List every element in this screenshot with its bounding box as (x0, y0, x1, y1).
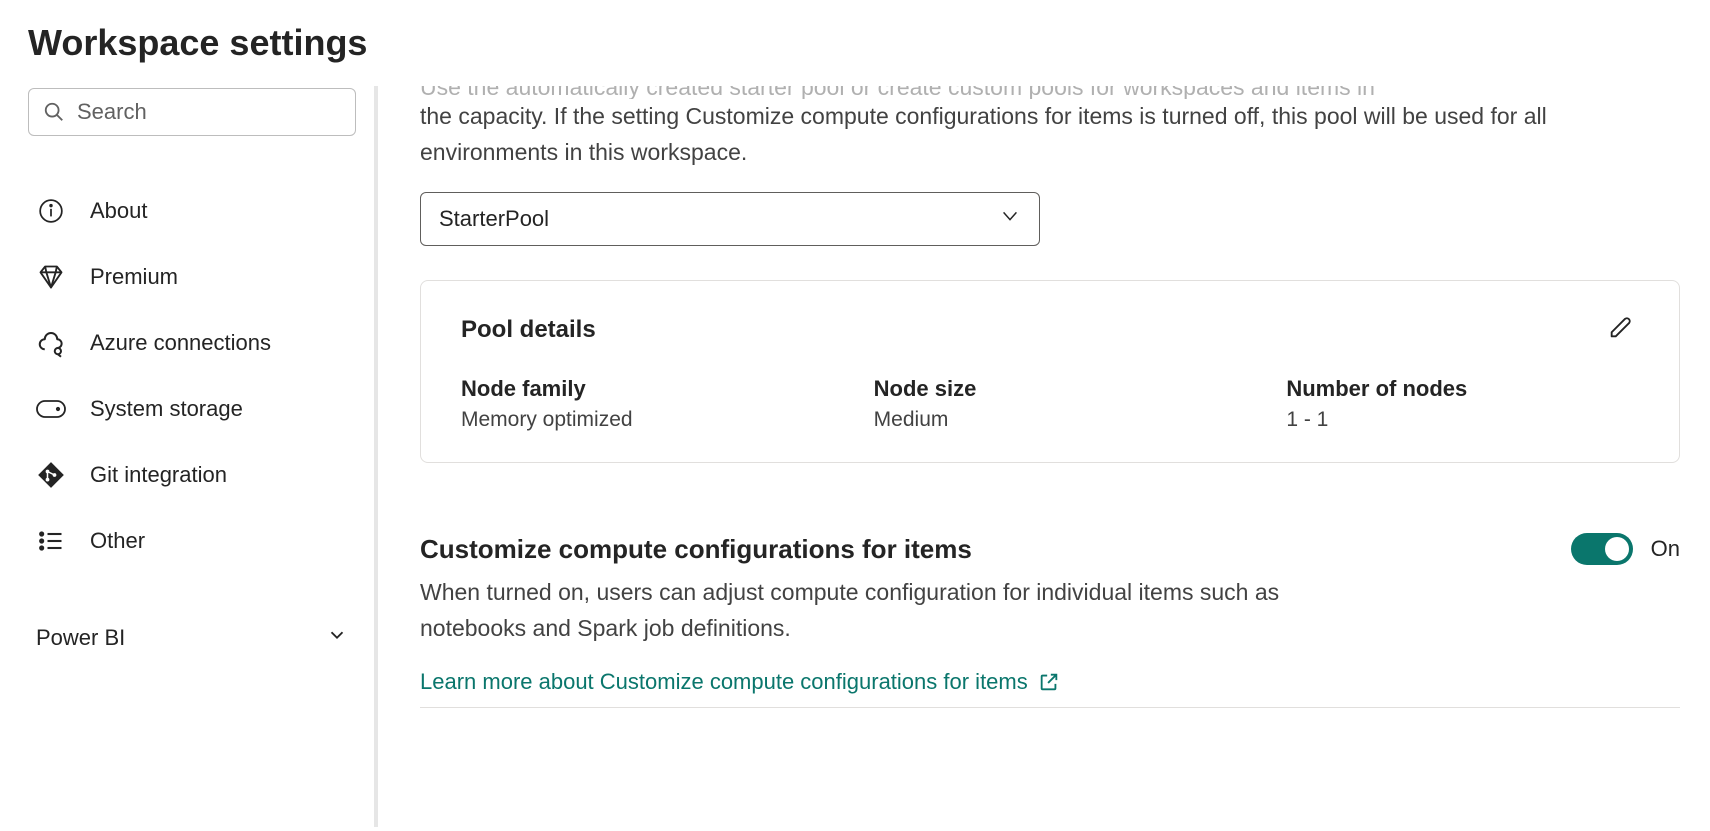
list-icon (36, 526, 66, 556)
sidebar-item-label: Premium (90, 264, 178, 290)
pencil-icon (1607, 313, 1635, 341)
customize-setting: Customize compute configurations for ite… (420, 533, 1680, 707)
sidebar-section-powerbi[interactable]: Power BI (28, 606, 356, 670)
diamond-icon (36, 262, 66, 292)
detail-label: Node family (461, 376, 814, 402)
sidebar-item-label: Git integration (90, 462, 227, 488)
search-input[interactable] (77, 99, 341, 125)
sidebar-item-label: Azure connections (90, 330, 271, 356)
customize-title: Customize compute configurations for ite… (420, 534, 972, 565)
sidebar-item-system-storage[interactable]: System storage (28, 376, 356, 442)
detail-value: Memory optimized (461, 408, 814, 432)
sidebar-item-premium[interactable]: Premium (28, 244, 356, 310)
toggle-knob (1605, 537, 1629, 561)
divider (420, 707, 1680, 708)
page-title: Workspace settings (0, 0, 1710, 86)
sidebar-item-azure-connections[interactable]: Azure connections (28, 310, 356, 376)
git-icon (36, 460, 66, 490)
detail-number-of-nodes: Number of nodes 1 - 1 (1286, 376, 1639, 432)
pool-details-card: Pool details Node family Memory optimize… (420, 280, 1680, 463)
cloud-icon (36, 328, 66, 358)
sidebar-item-other[interactable]: Other (28, 508, 356, 574)
external-link-icon (1038, 671, 1060, 693)
chevron-down-icon (999, 205, 1021, 233)
detail-node-size: Node size Medium (874, 376, 1227, 432)
learn-more-text: Learn more about Customize compute confi… (420, 669, 1028, 695)
search-box[interactable] (28, 88, 356, 136)
pool-intro-cut: Use the automatically created starter po… (420, 86, 1680, 99)
sidebar-item-about[interactable]: About (28, 178, 356, 244)
detail-label: Node size (874, 376, 1227, 402)
storage-icon (36, 394, 66, 424)
main-content: Use the automatically created starter po… (378, 86, 1710, 827)
detail-label: Number of nodes (1286, 376, 1639, 402)
sidebar-item-label: System storage (90, 396, 243, 422)
detail-value: 1 - 1 (1286, 408, 1639, 432)
pool-details-title: Pool details (461, 316, 596, 344)
sidebar: About Premium Azure connections (0, 86, 378, 827)
sidebar-section-label: Power BI (36, 625, 125, 651)
customize-toggle-label: On (1651, 536, 1680, 562)
edit-button[interactable] (1603, 309, 1639, 350)
info-icon (36, 196, 66, 226)
detail-value: Medium (874, 408, 1227, 432)
chevron-down-icon (326, 624, 348, 652)
customize-description: When turned on, users can adjust compute… (420, 575, 1360, 646)
learn-more-link[interactable]: Learn more about Customize compute confi… (420, 669, 1060, 695)
search-icon (43, 101, 65, 123)
sidebar-item-label: Other (90, 528, 145, 554)
pool-dropdown[interactable]: StarterPool (420, 192, 1040, 246)
sidebar-item-label: About (90, 198, 148, 224)
sidebar-item-git-integration[interactable]: Git integration (28, 442, 356, 508)
pool-dropdown-value: StarterPool (439, 206, 549, 232)
detail-node-family: Node family Memory optimized (461, 376, 814, 432)
customize-toggle[interactable] (1571, 533, 1633, 565)
pool-intro: the capacity. If the setting Customize c… (420, 99, 1680, 170)
